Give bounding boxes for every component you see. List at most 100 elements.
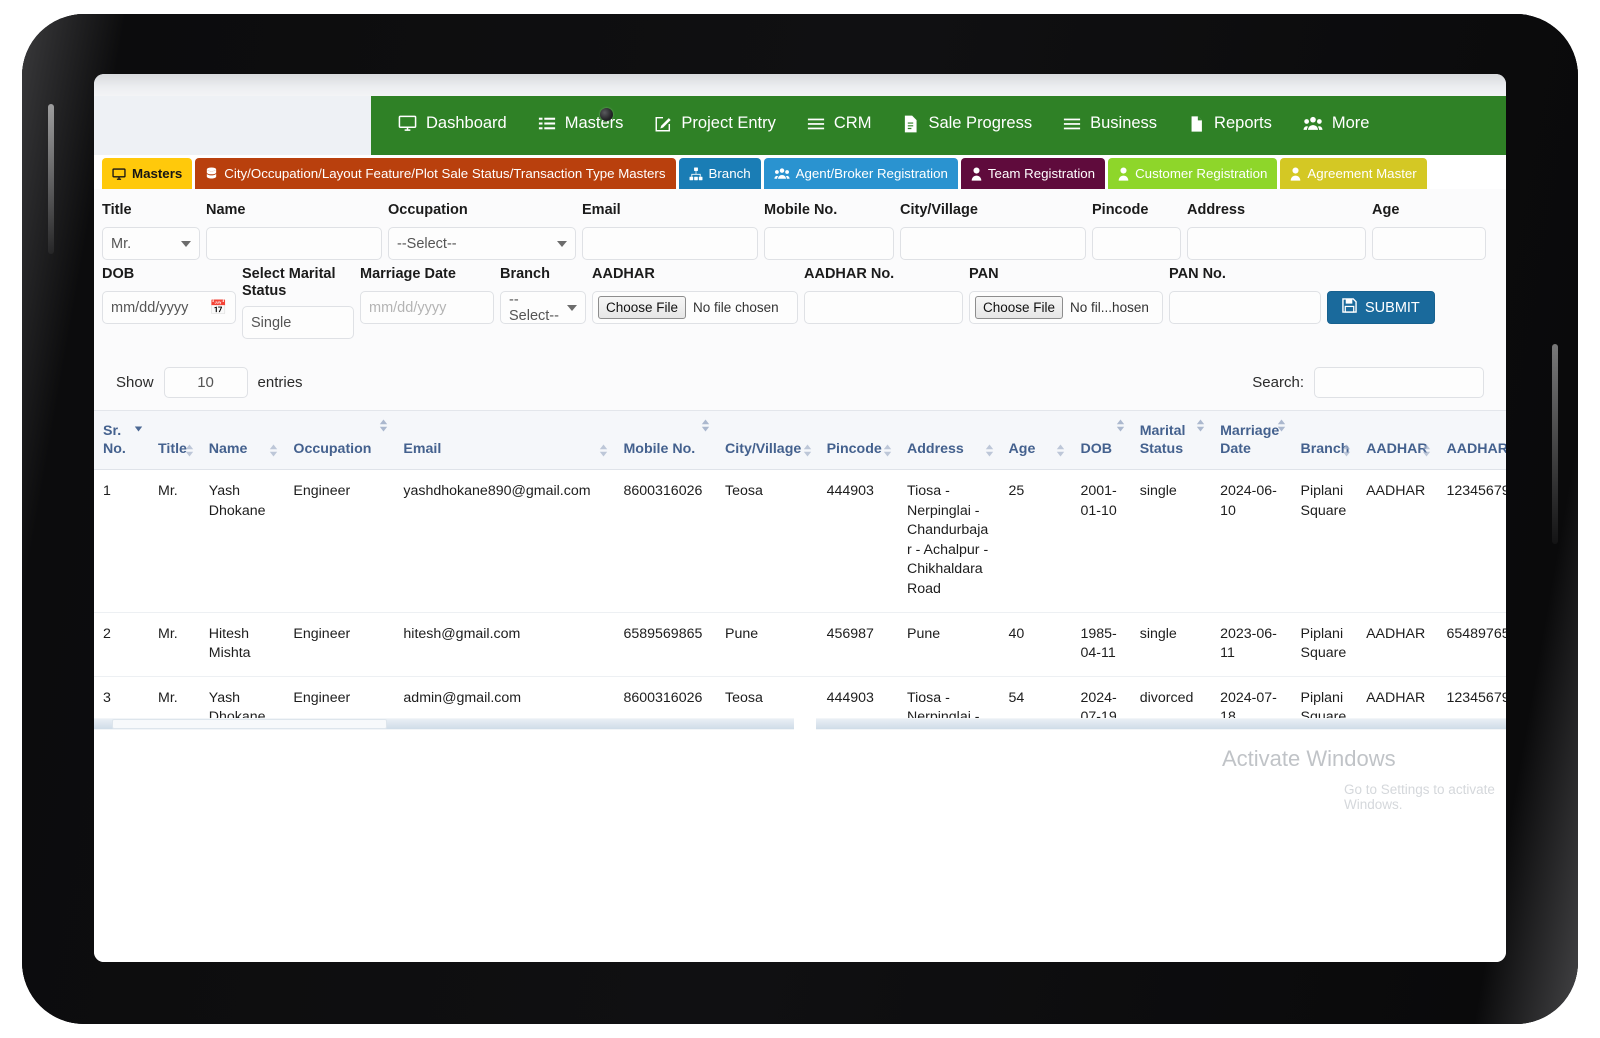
col-header-marital-status[interactable]: Marital Status	[1130, 410, 1212, 470]
title-select[interactable]: Mr.	[102, 227, 200, 260]
col-header-branch[interactable]: Branch	[1291, 410, 1358, 470]
col-header-mobile-no[interactable]: Mobile No.	[614, 410, 717, 470]
field-group-occupation: Occupation --Select--	[388, 202, 582, 266]
nav-item-more[interactable]: More	[1290, 106, 1383, 141]
subtab-label: Customer Registration	[1135, 165, 1268, 181]
screen-glass-reflection	[94, 74, 1506, 96]
col-header-age[interactable]: Age	[999, 410, 1072, 470]
table-row[interactable]: 1 Mr. Yash Dhokane Engineer yashdhokane8…	[94, 469, 1506, 613]
subtab-label: Team Registration	[987, 165, 1096, 181]
col-header-name[interactable]: Name	[199, 410, 285, 470]
name-input[interactable]	[206, 227, 382, 260]
label-email: Email	[582, 202, 621, 218]
calendar-icon[interactable]: 📅	[210, 299, 227, 316]
col-header-occupation[interactable]: Occupation	[284, 410, 395, 470]
subtab-label: Agent/Broker Registration	[795, 165, 948, 181]
sort-icon	[600, 444, 608, 457]
pan-choose-file-button[interactable]: Choose File	[975, 296, 1064, 319]
marriage-date-placeholder: mm/dd/yyyy	[369, 299, 447, 316]
city-village-input[interactable]	[900, 227, 1086, 260]
nav-item-sale-progress[interactable]: Sale Progress	[889, 106, 1045, 141]
col-header-address[interactable]: Address	[897, 410, 1000, 470]
cell-name: Yash Dhokane	[199, 469, 285, 613]
horizontal-scrollbar[interactable]	[94, 718, 1506, 731]
device-edge-highlight-left	[48, 104, 54, 254]
file-icon	[902, 115, 919, 133]
sort-icon	[701, 419, 710, 432]
col-label: Address	[906, 440, 964, 457]
datatable-scroll-container[interactable]: Sr. No. Title Name Occupation Email Mobi…	[94, 410, 1506, 731]
nav-item-business[interactable]: Business	[1050, 106, 1170, 141]
sort-icon	[803, 444, 811, 457]
col-header-email[interactable]: Email	[394, 410, 615, 470]
cell-occupation: Engineer	[284, 612, 395, 677]
nav-item-project-entry[interactable]: Project Entry	[641, 106, 788, 141]
field-group-title: Title Mr.	[102, 202, 206, 266]
cell-aadhar-link[interactable]: AADHAR	[1357, 612, 1438, 677]
subtab-team-registration[interactable]: Team Registration	[960, 158, 1106, 189]
nav-label: CRM	[833, 114, 872, 132]
col-label: Email	[403, 440, 442, 457]
col-label: Marital Status	[1139, 423, 1186, 457]
nav-label: Dashboard	[426, 114, 507, 132]
col-header-title[interactable]: Title	[149, 410, 200, 470]
chevron-down-icon	[557, 240, 567, 247]
nav-item-masters[interactable]: Masters	[525, 106, 637, 141]
subtab-customer-registration[interactable]: Customer Registration	[1108, 158, 1278, 189]
cell-age: 25	[999, 469, 1072, 613]
search-input[interactable]	[1314, 367, 1484, 399]
col-header-marriage-date[interactable]: Marriage Date	[1211, 410, 1292, 470]
occupation-select[interactable]: --Select--	[388, 227, 576, 260]
col-header-pincode[interactable]: Pincode	[817, 410, 898, 470]
label-marriage-date: Marriage Date	[360, 266, 456, 282]
aadhar-file-status: No file chosen	[693, 300, 779, 315]
mobile-no-input[interactable]	[764, 227, 894, 260]
label-age: Age	[1372, 202, 1400, 218]
subtab-agreement-master[interactable]: Agreement Master	[1280, 158, 1427, 189]
field-group-dob: DOB mm/dd/yyyy 📅	[102, 266, 242, 330]
col-header-dob[interactable]: DOB	[1071, 410, 1131, 470]
col-header-aadhar[interactable]: AADHAR	[1357, 410, 1438, 470]
email-input[interactable]	[582, 227, 758, 260]
pan-file-input[interactable]: Choose File No fil...hosen	[969, 291, 1163, 324]
cell-marriage-date: 2023-06-11	[1211, 612, 1292, 677]
col-label: AADHAR No	[1446, 440, 1506, 457]
show-entries-select[interactable]: 10	[163, 367, 248, 399]
nav-item-dashboard[interactable]: Dashboard	[385, 106, 520, 141]
col-label: Pincode	[826, 440, 882, 457]
nav-item-reports[interactable]: Reports	[1175, 106, 1285, 141]
subtab-agent-broker-registration[interactable]: Agent/Broker Registration	[763, 158, 958, 189]
marital-status-input[interactable]: Single	[242, 306, 354, 340]
table-row[interactable]: 2 Mr. Hitesh Mishta Engineer hitesh@gmai…	[94, 612, 1506, 677]
marriage-date-input[interactable]: mm/dd/yyyy	[360, 291, 494, 324]
field-group-pan-no: PAN No.	[1169, 266, 1327, 330]
subtab-city-occupation-masters[interactable]: City/Occupation/Layout Feature/Plot Sale…	[195, 158, 676, 189]
col-header-city-village[interactable]: City/Village	[716, 410, 818, 470]
pan-no-input[interactable]	[1169, 291, 1321, 324]
database-icon	[205, 166, 218, 181]
subtab-branch[interactable]: Branch	[678, 158, 761, 189]
scrollbar-thumb[interactable]	[112, 719, 387, 730]
aadhar-no-input[interactable]	[804, 291, 963, 324]
branch-select[interactable]: --Select--	[500, 291, 586, 324]
cell-aadhar-link[interactable]: AADHAR	[1357, 469, 1438, 613]
nav-label: More	[1331, 114, 1370, 132]
aadhar-file-input[interactable]: Choose File No file chosen	[592, 291, 798, 324]
aadhar-choose-file-button[interactable]: Choose File	[598, 296, 687, 319]
field-group-city: City/Village	[900, 202, 1092, 266]
subtab-masters[interactable]: Masters	[102, 158, 193, 189]
dob-date-input[interactable]: mm/dd/yyyy 📅	[102, 291, 236, 324]
cell-name: Hitesh Mishta	[199, 612, 285, 677]
age-input[interactable]	[1372, 227, 1486, 260]
tablet-screen: Dashboard Masters Project Entry CRM Sale…	[94, 74, 1506, 962]
cell-aadhar-no: 123456798765	[1437, 469, 1506, 613]
nav-item-crm[interactable]: CRM	[794, 106, 885, 141]
col-header-aadhar-no[interactable]: AADHAR No	[1437, 410, 1506, 470]
sort-icon	[1057, 444, 1065, 457]
col-header-sr-no[interactable]: Sr. No.	[94, 410, 149, 470]
cell-pincode: 456987	[817, 612, 898, 677]
submit-button[interactable]: SUBMIT	[1327, 291, 1435, 324]
pincode-input[interactable]	[1092, 227, 1181, 260]
address-input[interactable]	[1187, 227, 1366, 260]
sort-icon	[1423, 444, 1431, 457]
